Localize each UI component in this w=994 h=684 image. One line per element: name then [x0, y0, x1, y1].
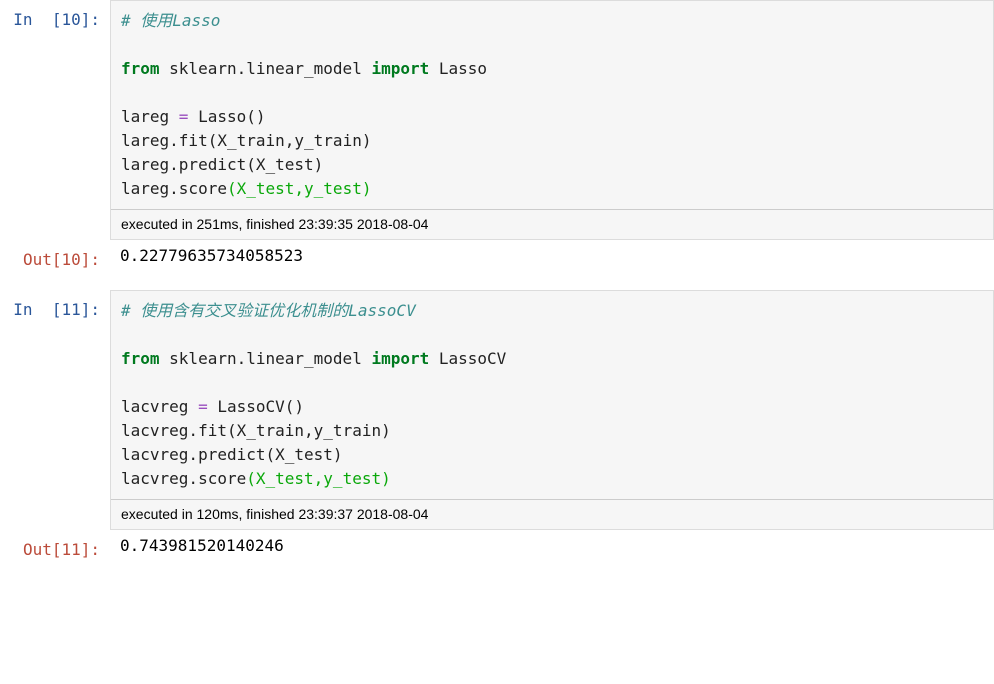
- code-input[interactable]: # 使用Lasso from sklearn.linear_model impo…: [110, 0, 994, 240]
- parens: (X_test,y_test): [246, 469, 391, 488]
- code-token: lareg.fit: [121, 131, 208, 150]
- output-prompt: Out[10]:: [0, 240, 110, 272]
- keyword: from: [121, 59, 160, 78]
- code-cell: In [10]: # 使用Lasso from sklearn.linear_m…: [0, 0, 994, 240]
- code-module: sklearn.linear_model: [160, 349, 372, 368]
- code-comment: # 使用含有交叉验证优化机制的LassoCV: [121, 301, 416, 320]
- output-prompt: Out[11]:: [0, 530, 110, 562]
- output-cell: Out[11]: 0.743981520140246: [0, 530, 994, 562]
- parens: (X_test,y_test): [227, 179, 372, 198]
- keyword: import: [371, 59, 429, 78]
- parens: (): [246, 107, 265, 126]
- execution-time: executed in 251ms, finished 23:39:35 201…: [111, 209, 993, 239]
- parens: (): [285, 397, 304, 416]
- output-cell: Out[10]: 0.22779635734058523: [0, 240, 994, 272]
- input-prompt: In [10]:: [0, 0, 110, 32]
- operator: =: [179, 107, 189, 126]
- keyword: import: [371, 349, 429, 368]
- code-cell: In [11]: # 使用含有交叉验证优化机制的LassoCV from skl…: [0, 290, 994, 530]
- cell-spacer: [0, 272, 994, 290]
- code-token: lareg: [121, 107, 179, 126]
- code-token: lacvreg.fit: [121, 421, 227, 440]
- keyword: from: [121, 349, 160, 368]
- output-text: 0.22779635734058523: [110, 240, 994, 272]
- output-text: 0.743981520140246: [110, 530, 994, 562]
- code-token: lacvreg.score: [121, 469, 246, 488]
- operator: =: [198, 397, 208, 416]
- parens: (X_train,y_train): [227, 421, 391, 440]
- execution-time: executed in 120ms, finished 23:39:37 201…: [111, 499, 993, 529]
- input-prompt: In [11]:: [0, 290, 110, 322]
- code-token: lacvreg.predict: [121, 445, 266, 464]
- parens: (X_test): [266, 445, 343, 464]
- parens: (X_train,y_train): [208, 131, 372, 150]
- code-input[interactable]: # 使用含有交叉验证优化机制的LassoCV from sklearn.line…: [110, 290, 994, 530]
- code-token: lacvreg: [121, 397, 198, 416]
- code-token: LassoCV: [208, 397, 285, 416]
- code-import: Lasso: [429, 59, 487, 78]
- code-token: lareg.score: [121, 179, 227, 198]
- code-import: LassoCV: [429, 349, 506, 368]
- code-token: Lasso: [188, 107, 246, 126]
- code-comment: # 使用Lasso: [121, 11, 220, 30]
- code-module: sklearn.linear_model: [160, 59, 372, 78]
- code-token: lareg.predict: [121, 155, 246, 174]
- parens: (X_test): [246, 155, 323, 174]
